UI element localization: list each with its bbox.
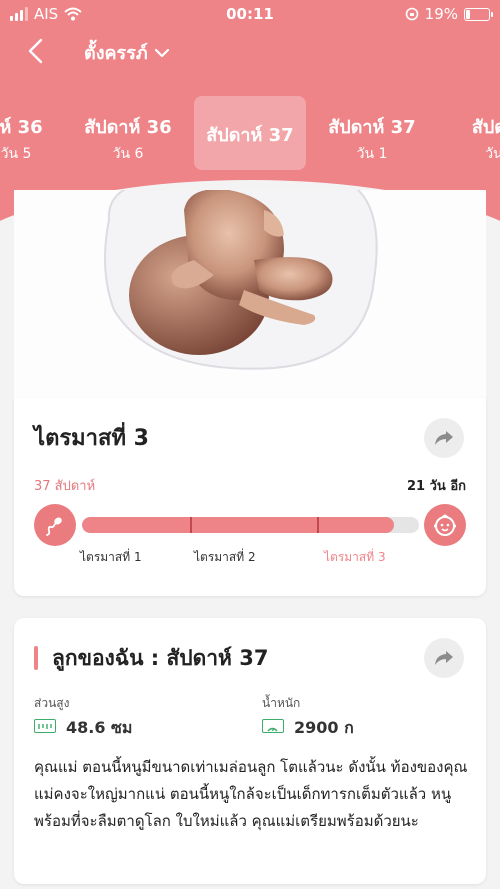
orientation-lock-icon xyxy=(405,7,418,21)
share-icon xyxy=(435,651,453,665)
tab-week-label: สัปดา xyxy=(471,117,500,138)
conception-icon-badge xyxy=(34,504,76,546)
tab-week-36-day-5[interactable]: าห์ 36 วัน 5 xyxy=(0,96,72,170)
baby-face-icon xyxy=(433,514,457,536)
tab-day-label: วัน xyxy=(485,146,500,162)
scale-icon xyxy=(262,719,284,733)
ruler-icon xyxy=(34,719,56,733)
tab-week-37-day-2[interactable]: สัปดา วัน xyxy=(438,96,500,170)
tab-week-36-day-6[interactable]: สัปดาห์ 36 วัน 6 xyxy=(72,96,184,170)
share-icon xyxy=(435,431,453,445)
sperm-icon xyxy=(46,517,62,536)
scale-dial xyxy=(267,727,278,732)
tab-week-label: สัปดาห์ 36 xyxy=(84,117,172,138)
ruler-ticks xyxy=(38,724,52,729)
mode-dropdown[interactable]: ตั้งครรภ์ xyxy=(84,38,170,67)
current-weeks-label: 37 สัปดาห์ xyxy=(34,479,96,494)
due-date-icon-badge xyxy=(424,504,466,546)
trimester-divider xyxy=(317,517,319,533)
baby-info-card: ลูกของฉัน : สัปดาห์ 37 ส่วนสูง 48.6 ซม น… xyxy=(14,618,486,884)
status-right: 19% xyxy=(405,5,493,23)
fetus-illustration xyxy=(14,190,486,398)
fetus-image xyxy=(14,190,486,398)
tab-day-label: วัน 5 xyxy=(0,146,32,162)
week-tabs: าห์ 36 วัน 5 สัปดาห์ 36 วัน 6 สัปดาห์ 37… xyxy=(0,96,500,170)
baby-description: คุณแม่ ตอนนี้หนูมีขนาดเท่าเมล่อนลูก โตแล… xyxy=(34,758,468,830)
tab-week-37[interactable]: สัปดาห์ 37 xyxy=(194,96,306,170)
chevron-down-icon xyxy=(154,48,169,57)
trimester-1-label: ไตรมาสที่ 1 xyxy=(80,550,142,564)
battery-percent: 19% xyxy=(424,5,458,23)
height-value: 48.6 ซม xyxy=(66,718,133,737)
tab-day-label: วัน 1 xyxy=(356,146,388,162)
trimester-3-label: ไตรมาสที่ 3 xyxy=(324,550,386,564)
share-button[interactable] xyxy=(424,638,464,678)
nav-bar: ตั้งครรภ์ xyxy=(0,30,500,74)
days-left-label: 21 วัน อีก xyxy=(406,479,466,494)
pregnancy-progress-fill xyxy=(82,517,394,533)
back-button[interactable] xyxy=(22,36,52,66)
title-accent-bar xyxy=(34,646,38,670)
trimester-divider xyxy=(190,517,192,533)
height-label: ส่วนสูง xyxy=(34,696,70,710)
baby-card-title: ลูกของฉัน : สัปดาห์ 37 xyxy=(52,646,269,670)
trimester-card: ไตรมาสที่ 3 37 สัปดาห์ 21 วัน อีก ไตรมาส… xyxy=(14,398,486,596)
battery-icon xyxy=(464,7,493,21)
pregnancy-progress-bar xyxy=(82,517,419,533)
tab-week-37-day-1[interactable]: สัปดาห์ 37 วัน 1 xyxy=(316,96,428,170)
weight-value: 2900 ก xyxy=(294,718,354,737)
back-chevron-icon xyxy=(28,38,43,64)
share-button[interactable] xyxy=(424,418,464,458)
nav-title-label: ตั้งครรภ์ xyxy=(84,43,148,64)
tab-week-label: สัปดาห์ 37 xyxy=(328,117,416,138)
trimester-2-label: ไตรมาสที่ 2 xyxy=(194,550,256,564)
tab-week-label: าห์ 36 xyxy=(0,117,43,138)
status-bar: AIS 00:11 19% xyxy=(0,0,500,28)
trimester-title: ไตรมาสที่ 3 xyxy=(34,426,149,451)
tab-day-label: วัน 6 xyxy=(112,146,144,162)
tab-week-label: สัปดาห์ 37 xyxy=(206,125,294,146)
weight-label: น้ำหนัก xyxy=(262,696,301,710)
